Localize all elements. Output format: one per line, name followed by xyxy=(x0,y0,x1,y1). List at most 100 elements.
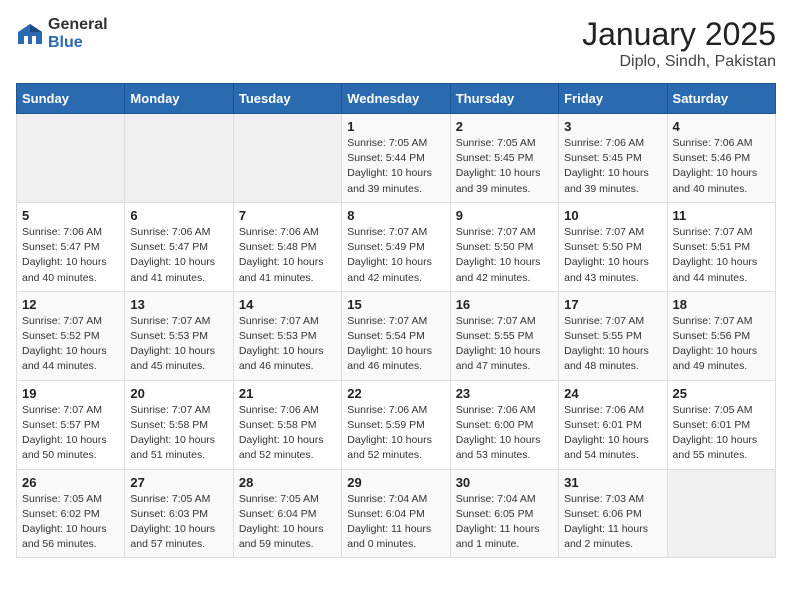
day-info: Sunrise: 7:05 AM Sunset: 6:04 PM Dayligh… xyxy=(239,492,336,553)
calendar-cell: 6 Sunrise: 7:06 AM Sunset: 5:47 PM Daylig… xyxy=(125,202,233,291)
weekday-header-friday: Friday xyxy=(559,84,667,114)
calendar-week-row: 5 Sunrise: 7:06 AM Sunset: 5:47 PM Daylig… xyxy=(17,202,776,291)
calendar-cell: 30Sunrise: 7:04 AM Sunset: 6:05 PM Dayli… xyxy=(450,469,558,558)
day-number: 15 xyxy=(347,297,444,312)
day-info: Sunrise: 7:05 AM Sunset: 6:01 PM Dayligh… xyxy=(673,403,770,464)
calendar-cell: 2Sunrise: 7:05 AM Sunset: 5:45 PM Daylig… xyxy=(450,114,558,203)
logo-icon xyxy=(16,22,44,46)
calendar-cell: 29Sunrise: 7:04 AM Sunset: 6:04 PM Dayli… xyxy=(342,469,450,558)
day-info: Sunrise: 7:05 AM Sunset: 5:45 PM Dayligh… xyxy=(456,136,553,197)
weekday-header-thursday: Thursday xyxy=(450,84,558,114)
page-header: General Blue January 2025 Diplo, Sindh, … xyxy=(16,16,776,71)
calendar-cell: 5 Sunrise: 7:06 AM Sunset: 5:47 PM Daylig… xyxy=(17,202,125,291)
logo-blue-text: Blue xyxy=(48,34,83,51)
day-number: 16 xyxy=(456,297,553,312)
calendar-body: 1 Sunrise: 7:05 AM Sunset: 5:44 PM Daylig… xyxy=(17,114,776,558)
day-number: 1 xyxy=(347,119,444,134)
calendar-week-row: 1 Sunrise: 7:05 AM Sunset: 5:44 PM Daylig… xyxy=(17,114,776,203)
day-info: Sunrise: 7:06 AM Sunset: 5:47 PM Dayligh… xyxy=(130,225,227,286)
day-info: Sunrise: 7:07 AM Sunset: 5:52 PM Dayligh… xyxy=(22,314,119,375)
calendar-cell: 13 Sunrise: 7:07 AM Sunset: 5:53 PM Dayli… xyxy=(125,291,233,380)
calendar-cell: 27 Sunrise: 7:05 AM Sunset: 6:03 PM Dayli… xyxy=(125,469,233,558)
day-info: Sunrise: 7:07 AM Sunset: 5:54 PM Dayligh… xyxy=(347,314,444,375)
day-number: 30 xyxy=(456,475,553,490)
calendar-cell xyxy=(17,114,125,203)
calendar-title: January 2025 xyxy=(582,16,776,53)
calendar-cell: 1 Sunrise: 7:05 AM Sunset: 5:44 PM Daylig… xyxy=(342,114,450,203)
calendar-week-row: 26 Sunrise: 7:05 AM Sunset: 6:02 PM Dayli… xyxy=(17,469,776,558)
day-info: Sunrise: 7:07 AM Sunset: 5:51 PM Dayligh… xyxy=(673,225,770,286)
day-number: 18 xyxy=(673,297,770,312)
calendar-cell: 24Sunrise: 7:06 AM Sunset: 6:01 PM Dayli… xyxy=(559,380,667,469)
day-number: 4 xyxy=(673,119,770,134)
day-info: Sunrise: 7:06 AM Sunset: 5:59 PM Dayligh… xyxy=(347,403,444,464)
day-number: 3 xyxy=(564,119,661,134)
day-info: Sunrise: 7:05 AM Sunset: 5:44 PM Dayligh… xyxy=(347,136,444,197)
calendar-cell: 10Sunrise: 7:07 AM Sunset: 5:50 PM Dayli… xyxy=(559,202,667,291)
calendar-cell: 22 Sunrise: 7:06 AM Sunset: 5:59 PM Dayli… xyxy=(342,380,450,469)
day-number: 5 xyxy=(22,208,119,223)
calendar-cell: 8 Sunrise: 7:07 AM Sunset: 5:49 PM Daylig… xyxy=(342,202,450,291)
day-info: Sunrise: 7:03 AM Sunset: 6:06 PM Dayligh… xyxy=(564,492,661,553)
day-info: Sunrise: 7:06 AM Sunset: 5:47 PM Dayligh… xyxy=(22,225,119,286)
calendar-table: SundayMondayTuesdayWednesdayThursdayFrid… xyxy=(16,83,776,558)
day-number: 9 xyxy=(456,208,553,223)
day-number: 23 xyxy=(456,386,553,401)
calendar-subtitle: Diplo, Sindh, Pakistan xyxy=(582,53,776,71)
calendar-cell: 15 Sunrise: 7:07 AM Sunset: 5:54 PM Dayli… xyxy=(342,291,450,380)
calendar-cell: 11Sunrise: 7:07 AM Sunset: 5:51 PM Dayli… xyxy=(667,202,775,291)
calendar-header: SundayMondayTuesdayWednesdayThursdayFrid… xyxy=(17,84,776,114)
day-info: Sunrise: 7:07 AM Sunset: 5:50 PM Dayligh… xyxy=(564,225,661,286)
calendar-cell: 21Sunrise: 7:06 AM Sunset: 5:58 PM Dayli… xyxy=(233,380,341,469)
day-info: Sunrise: 7:07 AM Sunset: 5:58 PM Dayligh… xyxy=(130,403,227,464)
day-info: Sunrise: 7:04 AM Sunset: 6:04 PM Dayligh… xyxy=(347,492,444,553)
weekday-header-sunday: Sunday xyxy=(17,84,125,114)
day-info: Sunrise: 7:07 AM Sunset: 5:53 PM Dayligh… xyxy=(130,314,227,375)
day-info: Sunrise: 7:07 AM Sunset: 5:55 PM Dayligh… xyxy=(564,314,661,375)
day-info: Sunrise: 7:06 AM Sunset: 6:00 PM Dayligh… xyxy=(456,403,553,464)
day-info: Sunrise: 7:06 AM Sunset: 5:58 PM Dayligh… xyxy=(239,403,336,464)
day-info: Sunrise: 7:05 AM Sunset: 6:02 PM Dayligh… xyxy=(22,492,119,553)
weekday-header-monday: Monday xyxy=(125,84,233,114)
calendar-cell xyxy=(233,114,341,203)
day-info: Sunrise: 7:07 AM Sunset: 5:57 PM Dayligh… xyxy=(22,403,119,464)
day-info: Sunrise: 7:06 AM Sunset: 6:01 PM Dayligh… xyxy=(564,403,661,464)
day-number: 26 xyxy=(22,475,119,490)
day-number: 17 xyxy=(564,297,661,312)
calendar-cell: 23 Sunrise: 7:06 AM Sunset: 6:00 PM Dayli… xyxy=(450,380,558,469)
calendar-cell: 17 Sunrise: 7:07 AM Sunset: 5:55 PM Dayli… xyxy=(559,291,667,380)
calendar-title-block: January 2025 Diplo, Sindh, Pakistan xyxy=(582,16,776,71)
calendar-cell: 3Sunrise: 7:06 AM Sunset: 5:45 PM Daylig… xyxy=(559,114,667,203)
calendar-cell xyxy=(125,114,233,203)
calendar-cell: 14 Sunrise: 7:07 AM Sunset: 5:53 PM Dayli… xyxy=(233,291,341,380)
day-number: 13 xyxy=(130,297,227,312)
calendar-cell: 4Sunrise: 7:06 AM Sunset: 5:46 PM Daylig… xyxy=(667,114,775,203)
calendar-cell: 7Sunrise: 7:06 AM Sunset: 5:48 PM Daylig… xyxy=(233,202,341,291)
day-number: 12 xyxy=(22,297,119,312)
day-number: 8 xyxy=(347,208,444,223)
day-info: Sunrise: 7:07 AM Sunset: 5:53 PM Dayligh… xyxy=(239,314,336,375)
calendar-cell: 18Sunrise: 7:07 AM Sunset: 5:56 PM Dayli… xyxy=(667,291,775,380)
day-number: 14 xyxy=(239,297,336,312)
day-info: Sunrise: 7:07 AM Sunset: 5:49 PM Dayligh… xyxy=(347,225,444,286)
day-number: 28 xyxy=(239,475,336,490)
calendar-cell: 19 Sunrise: 7:07 AM Sunset: 5:57 PM Dayli… xyxy=(17,380,125,469)
calendar-cell: 9 Sunrise: 7:07 AM Sunset: 5:50 PM Daylig… xyxy=(450,202,558,291)
weekday-header-tuesday: Tuesday xyxy=(233,84,341,114)
day-info: Sunrise: 7:07 AM Sunset: 5:50 PM Dayligh… xyxy=(456,225,553,286)
calendar-cell: 20Sunrise: 7:07 AM Sunset: 5:58 PM Dayli… xyxy=(125,380,233,469)
day-number: 6 xyxy=(130,208,227,223)
day-number: 22 xyxy=(347,386,444,401)
day-number: 19 xyxy=(22,386,119,401)
calendar-week-row: 19 Sunrise: 7:07 AM Sunset: 5:57 PM Dayli… xyxy=(17,380,776,469)
calendar-cell: 31Sunrise: 7:03 AM Sunset: 6:06 PM Dayli… xyxy=(559,469,667,558)
calendar-cell: 28 Sunrise: 7:05 AM Sunset: 6:04 PM Dayli… xyxy=(233,469,341,558)
weekday-header-row: SundayMondayTuesdayWednesdayThursdayFrid… xyxy=(17,84,776,114)
calendar-cell: 12 Sunrise: 7:07 AM Sunset: 5:52 PM Dayli… xyxy=(17,291,125,380)
day-number: 27 xyxy=(130,475,227,490)
weekday-header-saturday: Saturday xyxy=(667,84,775,114)
calendar-cell: 25Sunrise: 7:05 AM Sunset: 6:01 PM Dayli… xyxy=(667,380,775,469)
calendar-cell xyxy=(667,469,775,558)
day-info: Sunrise: 7:05 AM Sunset: 6:03 PM Dayligh… xyxy=(130,492,227,553)
weekday-header-wednesday: Wednesday xyxy=(342,84,450,114)
